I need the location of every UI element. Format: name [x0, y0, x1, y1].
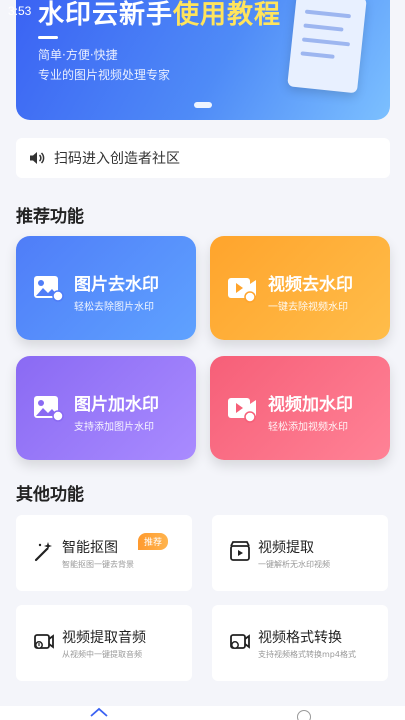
image-icon: [34, 276, 64, 302]
extract-audio-tile[interactable]: 视频提取音频 从视频中一键提取音频: [16, 605, 192, 681]
remove-video-watermark-card[interactable]: 视频去水印 一键去除视频水印: [210, 236, 390, 340]
community-notice[interactable]: 扫码进入创造者社区: [16, 138, 390, 178]
banner-tagline: 简单·方便·快捷: [38, 48, 118, 62]
home-icon[interactable]: [90, 707, 108, 720]
document-illustration: [287, 0, 367, 94]
profile-icon[interactable]: [297, 710, 311, 720]
tutorial-banner[interactable]: 水印云新手使用教程 简单·方便·快捷 专业的图片视频处理专家: [16, 0, 390, 120]
card-title: 图片去水印: [74, 275, 159, 295]
tile-title: 视频格式转换: [258, 630, 342, 646]
tile-subtitle: 智能抠图一键去背景: [62, 560, 134, 569]
magic-wand-icon: [34, 542, 52, 562]
remove-image-watermark-card[interactable]: 图片去水印 轻松去除图片水印: [16, 236, 196, 340]
tile-subtitle: 支持视频格式转换mp4格式: [258, 650, 356, 659]
other-section-title: 其他功能: [16, 485, 84, 505]
banner-title-highlight: 使用教程: [173, 0, 282, 30]
video-convert-icon: [230, 634, 250, 649]
card-subtitle: 支持添加图片水印: [74, 422, 154, 433]
banner-title-part1: 水印云新手: [38, 0, 174, 30]
card-subtitle: 一键去除视频水印: [268, 302, 348, 313]
banner-divider: [38, 36, 58, 39]
video-format-convert-tile[interactable]: 视频格式转换 支持视频格式转换mp4格式: [212, 605, 388, 681]
card-subtitle: 轻松添加视频水印: [268, 422, 348, 433]
status-time: 3:53: [8, 4, 32, 18]
image-icon: [34, 396, 64, 422]
smart-cutout-tile[interactable]: 智能抠图 推荐 智能抠图一键去背景: [16, 515, 192, 591]
card-title: 图片加水印: [74, 395, 159, 415]
bottom-nav-bar: [0, 706, 405, 720]
recommend-badge: 推荐: [138, 533, 169, 550]
card-title: 视频去水印: [268, 275, 353, 295]
video-extract-tile[interactable]: 视频提取 一键解析无水印视频: [212, 515, 388, 591]
card-title: 视频加水印: [268, 395, 353, 415]
recommended-section-title: 推荐功能: [16, 207, 84, 227]
tile-title: 智能抠图: [62, 540, 118, 556]
tile-title: 视频提取: [258, 540, 314, 556]
video-audio-icon: [34, 634, 54, 649]
banner-description: 专业的图片视频处理专家: [38, 68, 171, 82]
tile-title: 视频提取音频: [62, 630, 146, 646]
speaker-icon: [30, 152, 45, 164]
add-video-watermark-card[interactable]: 视频加水印 轻松添加视频水印: [210, 356, 390, 460]
card-subtitle: 轻松去除图片水印: [74, 302, 154, 313]
add-image-watermark-card[interactable]: 图片加水印 支持添加图片水印: [16, 356, 196, 460]
tile-subtitle: 一键解析无水印视频: [258, 560, 330, 569]
tile-subtitle: 从视频中一键提取音频: [62, 650, 142, 659]
video-icon: [228, 278, 256, 303]
banner-pagination-indicator: [194, 102, 212, 108]
notice-text: 扫码进入创造者社区: [54, 151, 180, 167]
banner-title: 水印云新手使用教程: [38, 0, 281, 31]
video-icon: [228, 398, 256, 423]
clapperboard-icon: [230, 541, 250, 561]
